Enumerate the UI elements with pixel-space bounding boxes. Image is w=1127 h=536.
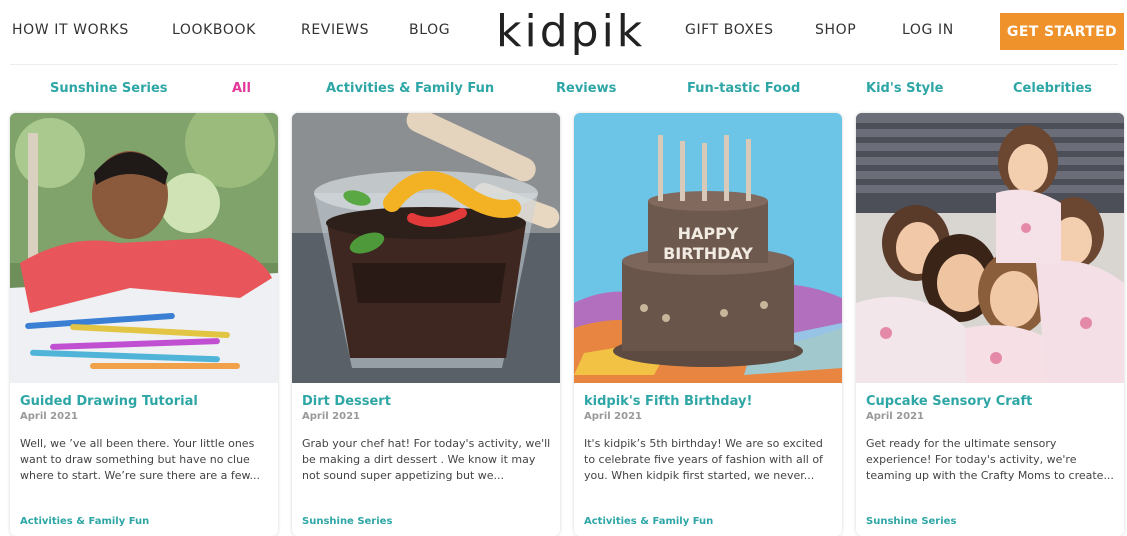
category-all[interactable]: All [232, 81, 251, 96]
category-kids-style[interactable]: Kid's Style [866, 81, 943, 96]
cake-text-happy: HAPPY [678, 224, 739, 243]
post-date: April 2021 [302, 411, 360, 422]
post-image-birthday-cake[interactable]: HAPPY BIRTHDAY [574, 113, 842, 383]
post-title[interactable]: Dirt Dessert [302, 394, 391, 409]
category-activities-family-fun[interactable]: Activities & Family Fun [326, 81, 494, 96]
nav-gift-boxes[interactable]: GIFT BOXES [685, 22, 774, 38]
top-nav: HOW IT WORKS LOOKBOOK REVIEWS BLOG kidpi… [0, 0, 1127, 64]
post-excerpt: Well, we ’ve all been there. Your little… [20, 437, 260, 482]
get-started-button[interactable]: GET STARTED [1000, 13, 1124, 50]
blog-card[interactable]: HAPPY BIRTHDAY kidpik's Fifth Birthday! … [574, 113, 842, 536]
blog-card[interactable]: Dirt Dessert April 2021 Grab your chef h… [292, 113, 560, 536]
post-title[interactable]: Guided Drawing Tutorial [20, 394, 198, 409]
post-category-tag[interactable]: Sunshine Series [866, 516, 956, 527]
category-fun-tastic-food[interactable]: Fun-tastic Food [687, 81, 800, 96]
cake-text-birthday: BIRTHDAY [663, 244, 753, 263]
post-category-tag[interactable]: Sunshine Series [302, 516, 392, 527]
post-image-dirt-dessert[interactable] [292, 113, 560, 383]
nav-log-in[interactable]: LOG IN [902, 22, 954, 38]
post-image-drawing[interactable] [10, 113, 278, 383]
post-title[interactable]: Cupcake Sensory Craft [866, 394, 1032, 409]
nav-blog[interactable]: BLOG [409, 22, 450, 38]
category-filter: Sunshine Series All Activities & Family … [0, 76, 1127, 102]
blog-card[interactable]: Guided Drawing Tutorial April 2021 Well,… [10, 113, 278, 536]
category-celebrities[interactable]: Celebrities [1013, 81, 1092, 96]
post-excerpt: Grab your chef hat! For today's activity… [302, 437, 551, 482]
category-reviews[interactable]: Reviews [556, 81, 616, 96]
kidpik-logo[interactable]: kidpik [496, 6, 645, 58]
post-excerpt: Get ready for the ultimate sensory exper… [866, 437, 1114, 482]
nav-shop[interactable]: SHOP [815, 22, 856, 38]
nav-how-it-works[interactable]: HOW IT WORKS [12, 22, 129, 38]
post-category-tag[interactable]: Activities & Family Fun [584, 516, 713, 527]
post-date: April 2021 [584, 411, 642, 422]
post-image-family[interactable] [856, 113, 1124, 383]
nav-reviews[interactable]: REVIEWS [301, 22, 369, 38]
category-sunshine-series[interactable]: Sunshine Series [50, 81, 168, 96]
nav-divider [10, 64, 1118, 65]
nav-lookbook[interactable]: LOOKBOOK [172, 22, 256, 38]
post-date: April 2021 [866, 411, 924, 422]
post-excerpt: It's kidpik’s 5th birthday! We are so ex… [584, 437, 823, 482]
blog-card[interactable]: Cupcake Sensory Craft April 2021 Get rea… [856, 113, 1124, 536]
post-date: April 2021 [20, 411, 78, 422]
post-category-tag[interactable]: Activities & Family Fun [20, 516, 149, 527]
post-title[interactable]: kidpik's Fifth Birthday! [584, 394, 752, 409]
